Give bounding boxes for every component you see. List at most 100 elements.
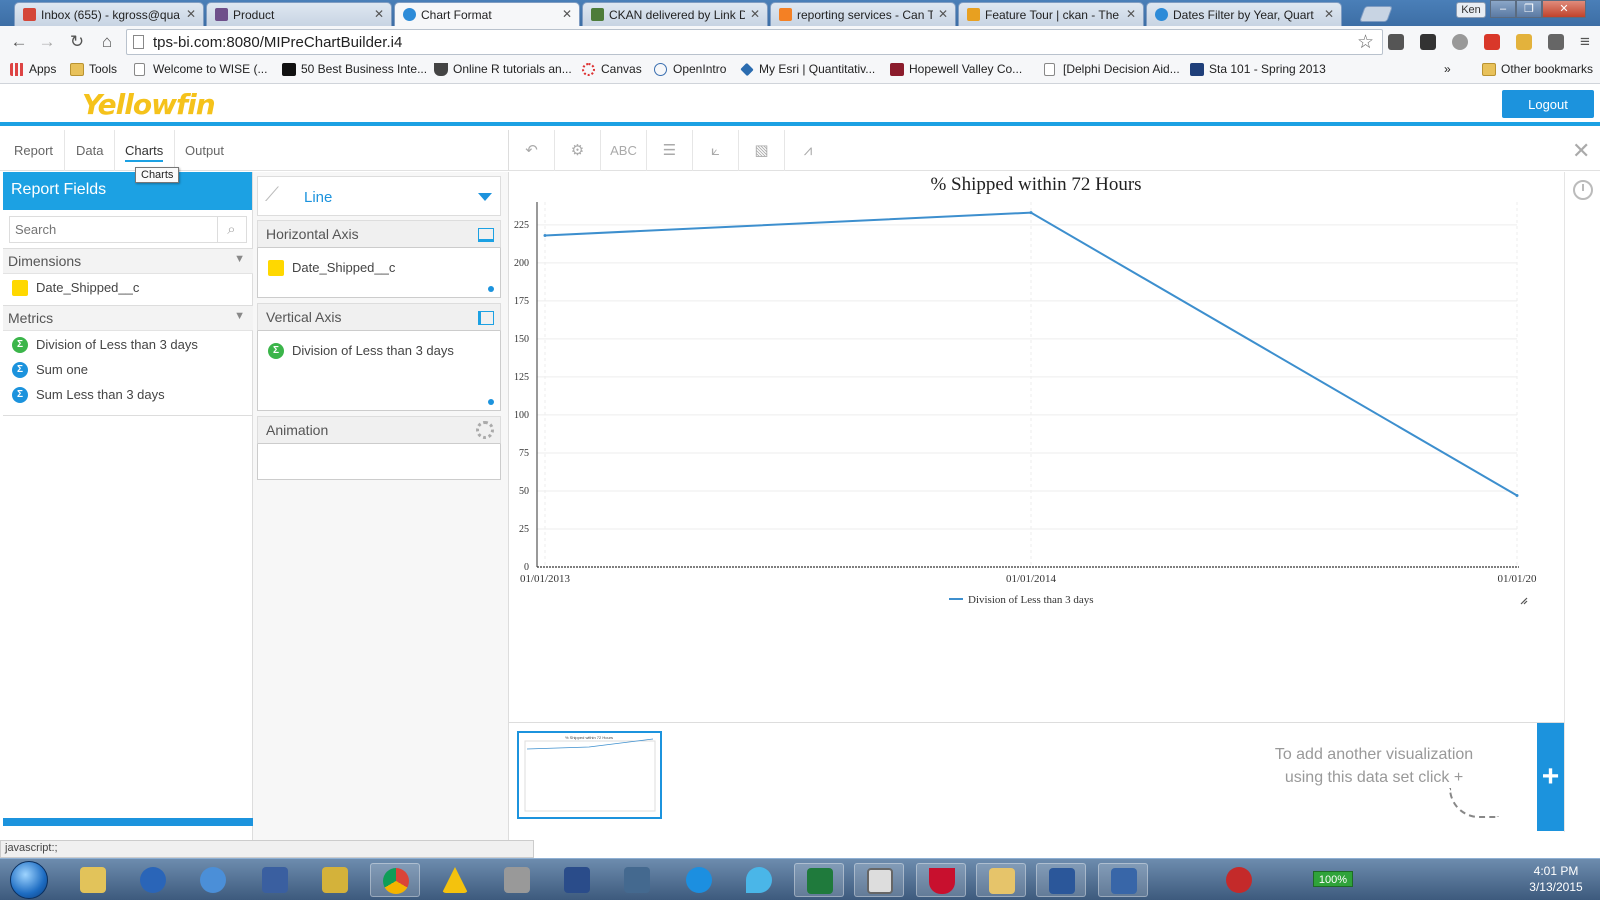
yellowfin-logo[interactable]: Yellowfin xyxy=(82,88,216,126)
bookmark-business-intel[interactable]: 50 Best Business Inte... xyxy=(282,62,427,76)
taskbar-excel[interactable] xyxy=(794,863,844,897)
metrics-header[interactable]: Metrics ▼ xyxy=(3,305,253,331)
menu-charts[interactable]: Charts xyxy=(125,141,164,162)
close-tab-icon[interactable]: ✕ xyxy=(186,7,196,21)
taskbar-drive[interactable] xyxy=(430,863,480,897)
panel-scrollbar[interactable] xyxy=(3,818,253,826)
taskbar-word[interactable] xyxy=(1036,863,1086,897)
horizontal-axis-icon[interactable] xyxy=(478,228,494,242)
animation-dropzone[interactable] xyxy=(257,444,501,480)
vertical-axis-icon[interactable] xyxy=(478,311,494,325)
taskbar-droplet[interactable] xyxy=(734,863,784,897)
settings-gear-icon[interactable]: ⚙ xyxy=(555,130,601,171)
abc-text-icon[interactable]: ABC xyxy=(601,130,647,171)
close-icon[interactable]: ✕ xyxy=(1572,138,1590,164)
resize-handle[interactable] xyxy=(488,286,494,292)
taskbar-tools[interactable] xyxy=(492,863,542,897)
forward-arrow-icon[interactable]: → xyxy=(36,31,58,53)
bookmark-star-icon[interactable]: ☆ xyxy=(1357,31,1374,54)
more-bookmarks-chevron[interactable]: » xyxy=(1444,62,1451,76)
bookmark-other[interactable]: Other bookmarks xyxy=(1482,62,1593,76)
extension-icon[interactable] xyxy=(1420,34,1436,50)
menu-output[interactable]: Output xyxy=(185,141,224,160)
close-tab-icon[interactable]: ✕ xyxy=(374,7,384,21)
menu-data[interactable]: Data xyxy=(76,141,103,160)
bookmark-canvas[interactable]: Canvas xyxy=(582,62,642,76)
taskbar-r[interactable] xyxy=(128,863,178,897)
taskbar-notify[interactable] xyxy=(1214,863,1264,897)
chevron-down-icon[interactable]: ▼ xyxy=(234,310,245,322)
line-chart[interactable]: % Shipped within 72 Hours 0 25 50 75 100 125 1… xyxy=(509,172,1564,723)
metric-field[interactable]: Σ Sum Less than 3 days xyxy=(12,387,165,403)
browser-user-button[interactable]: Ken xyxy=(1456,2,1486,18)
axis-field[interactable]: Date_Shipped__c xyxy=(268,260,395,276)
browser-tab-feature-tour[interactable]: Feature Tour | ckan - The ✕ xyxy=(958,2,1144,26)
search-input[interactable] xyxy=(10,217,210,241)
dimension-field[interactable]: Date_Shipped__c xyxy=(12,280,139,296)
taskbar-lock[interactable] xyxy=(310,863,360,897)
taskbar-photos[interactable] xyxy=(976,863,1026,897)
list-icon[interactable]: ☰ xyxy=(647,130,693,171)
taskbar-window[interactable] xyxy=(854,863,904,897)
taskbar-chrome[interactable] xyxy=(370,863,420,897)
extension-icon[interactable] xyxy=(1484,34,1500,50)
browser-tab-dates-filter[interactable]: Dates Filter by Year, Quart ✕ xyxy=(1146,2,1342,26)
dimensions-header[interactable]: Dimensions ▼ xyxy=(3,248,253,274)
close-tab-icon[interactable]: ✕ xyxy=(750,7,760,21)
taskbar-network[interactable] xyxy=(250,863,300,897)
url-text[interactable]: tps-bi.com:8080/MIPreChartBuilder.i4 xyxy=(153,34,402,51)
battery-indicator[interactable]: 100% xyxy=(1313,871,1353,887)
bookmark-tools[interactable]: Tools xyxy=(70,62,117,76)
bookmark-apps[interactable]: Apps xyxy=(10,62,56,76)
bookmark-wise[interactable]: Welcome to WISE (... xyxy=(134,62,267,76)
close-tab-icon[interactable]: ✕ xyxy=(1126,7,1136,21)
metric-field[interactable]: Σ Division of Less than 3 days xyxy=(12,337,198,353)
bookmark-hopewell[interactable]: Hopewell Valley Co... xyxy=(890,62,1022,76)
wrench-icon[interactable] xyxy=(1548,34,1564,50)
browser-tab-stackoverflow[interactable]: reporting services - Can T ✕ xyxy=(770,2,956,26)
search-icon[interactable]: ⌕ xyxy=(217,217,245,242)
extension-icon[interactable] xyxy=(1388,34,1404,50)
line-chart-icon[interactable]: ⩘ xyxy=(785,130,831,171)
chevron-down-icon[interactable]: ▼ xyxy=(234,253,245,265)
new-tab-button[interactable] xyxy=(1359,6,1393,22)
metric-field[interactable]: Σ Sum one xyxy=(12,362,88,378)
browser-tab-chart-format[interactable]: Chart Format ✕ xyxy=(394,2,580,27)
system-clock[interactable]: 4:01 PM 3/13/2015 xyxy=(1520,863,1592,895)
horizontal-axis-dropzone[interactable]: Date_Shipped__c xyxy=(257,248,501,298)
bookmark-delphi[interactable]: [Delphi Decision Aid... xyxy=(1044,62,1180,76)
chart-thumbnail[interactable]: % Shipped within 72 Hours xyxy=(517,731,662,819)
close-window-icon[interactable]: ✕ xyxy=(1542,0,1586,18)
logout-button[interactable]: Logout xyxy=(1502,90,1594,118)
taskbar-stats[interactable] xyxy=(552,863,602,897)
add-visualization-button[interactable]: + xyxy=(1537,723,1564,831)
taskbar-remote[interactable] xyxy=(1098,863,1148,897)
taskbar-tableau[interactable] xyxy=(612,863,662,897)
browser-tab-gmail[interactable]: Inbox (655) - kgross@qua ✕ xyxy=(14,2,204,26)
vertical-axis-dropzone[interactable]: Σ Division of Less than 3 days xyxy=(257,331,501,411)
bookmark-esri[interactable]: My Esri | Quantitativ... xyxy=(740,62,875,77)
home-icon[interactable]: ⌂ xyxy=(96,31,118,53)
extension-icon[interactable] xyxy=(1452,34,1468,50)
taskbar-mcafee[interactable] xyxy=(916,863,966,897)
taskbar-app[interactable] xyxy=(674,863,724,897)
browser-tab-product[interactable]: Product ✕ xyxy=(206,2,392,26)
taskbar-explorer[interactable] xyxy=(68,863,118,897)
undo-icon[interactable]: ↶ xyxy=(509,130,555,171)
resize-handle[interactable] xyxy=(488,399,494,405)
extension-icon[interactable] xyxy=(1516,34,1532,50)
resize-grip-icon[interactable] xyxy=(1520,597,1528,605)
browser-tab-ckan[interactable]: CKAN delivered by Link D ✕ xyxy=(582,2,768,26)
start-button[interactable] xyxy=(10,861,48,899)
chart-type-select[interactable]: ⟋ Line xyxy=(257,176,501,216)
reload-icon[interactable]: ↻ xyxy=(66,31,88,53)
close-tab-icon[interactable]: ✕ xyxy=(562,7,572,21)
taskbar-sigma[interactable] xyxy=(188,863,238,897)
restore-window-icon[interactable]: ❐ xyxy=(1516,0,1542,18)
back-arrow-icon[interactable]: ← xyxy=(8,31,30,53)
close-tab-icon[interactable]: ✕ xyxy=(938,7,948,21)
chrome-menu-icon[interactable]: ≡ xyxy=(1574,31,1596,53)
bookmark-sta101[interactable]: Sta 101 - Spring 2013 xyxy=(1190,62,1326,76)
close-tab-icon[interactable]: ✕ xyxy=(1324,7,1334,21)
menu-report[interactable]: Report xyxy=(14,141,53,160)
